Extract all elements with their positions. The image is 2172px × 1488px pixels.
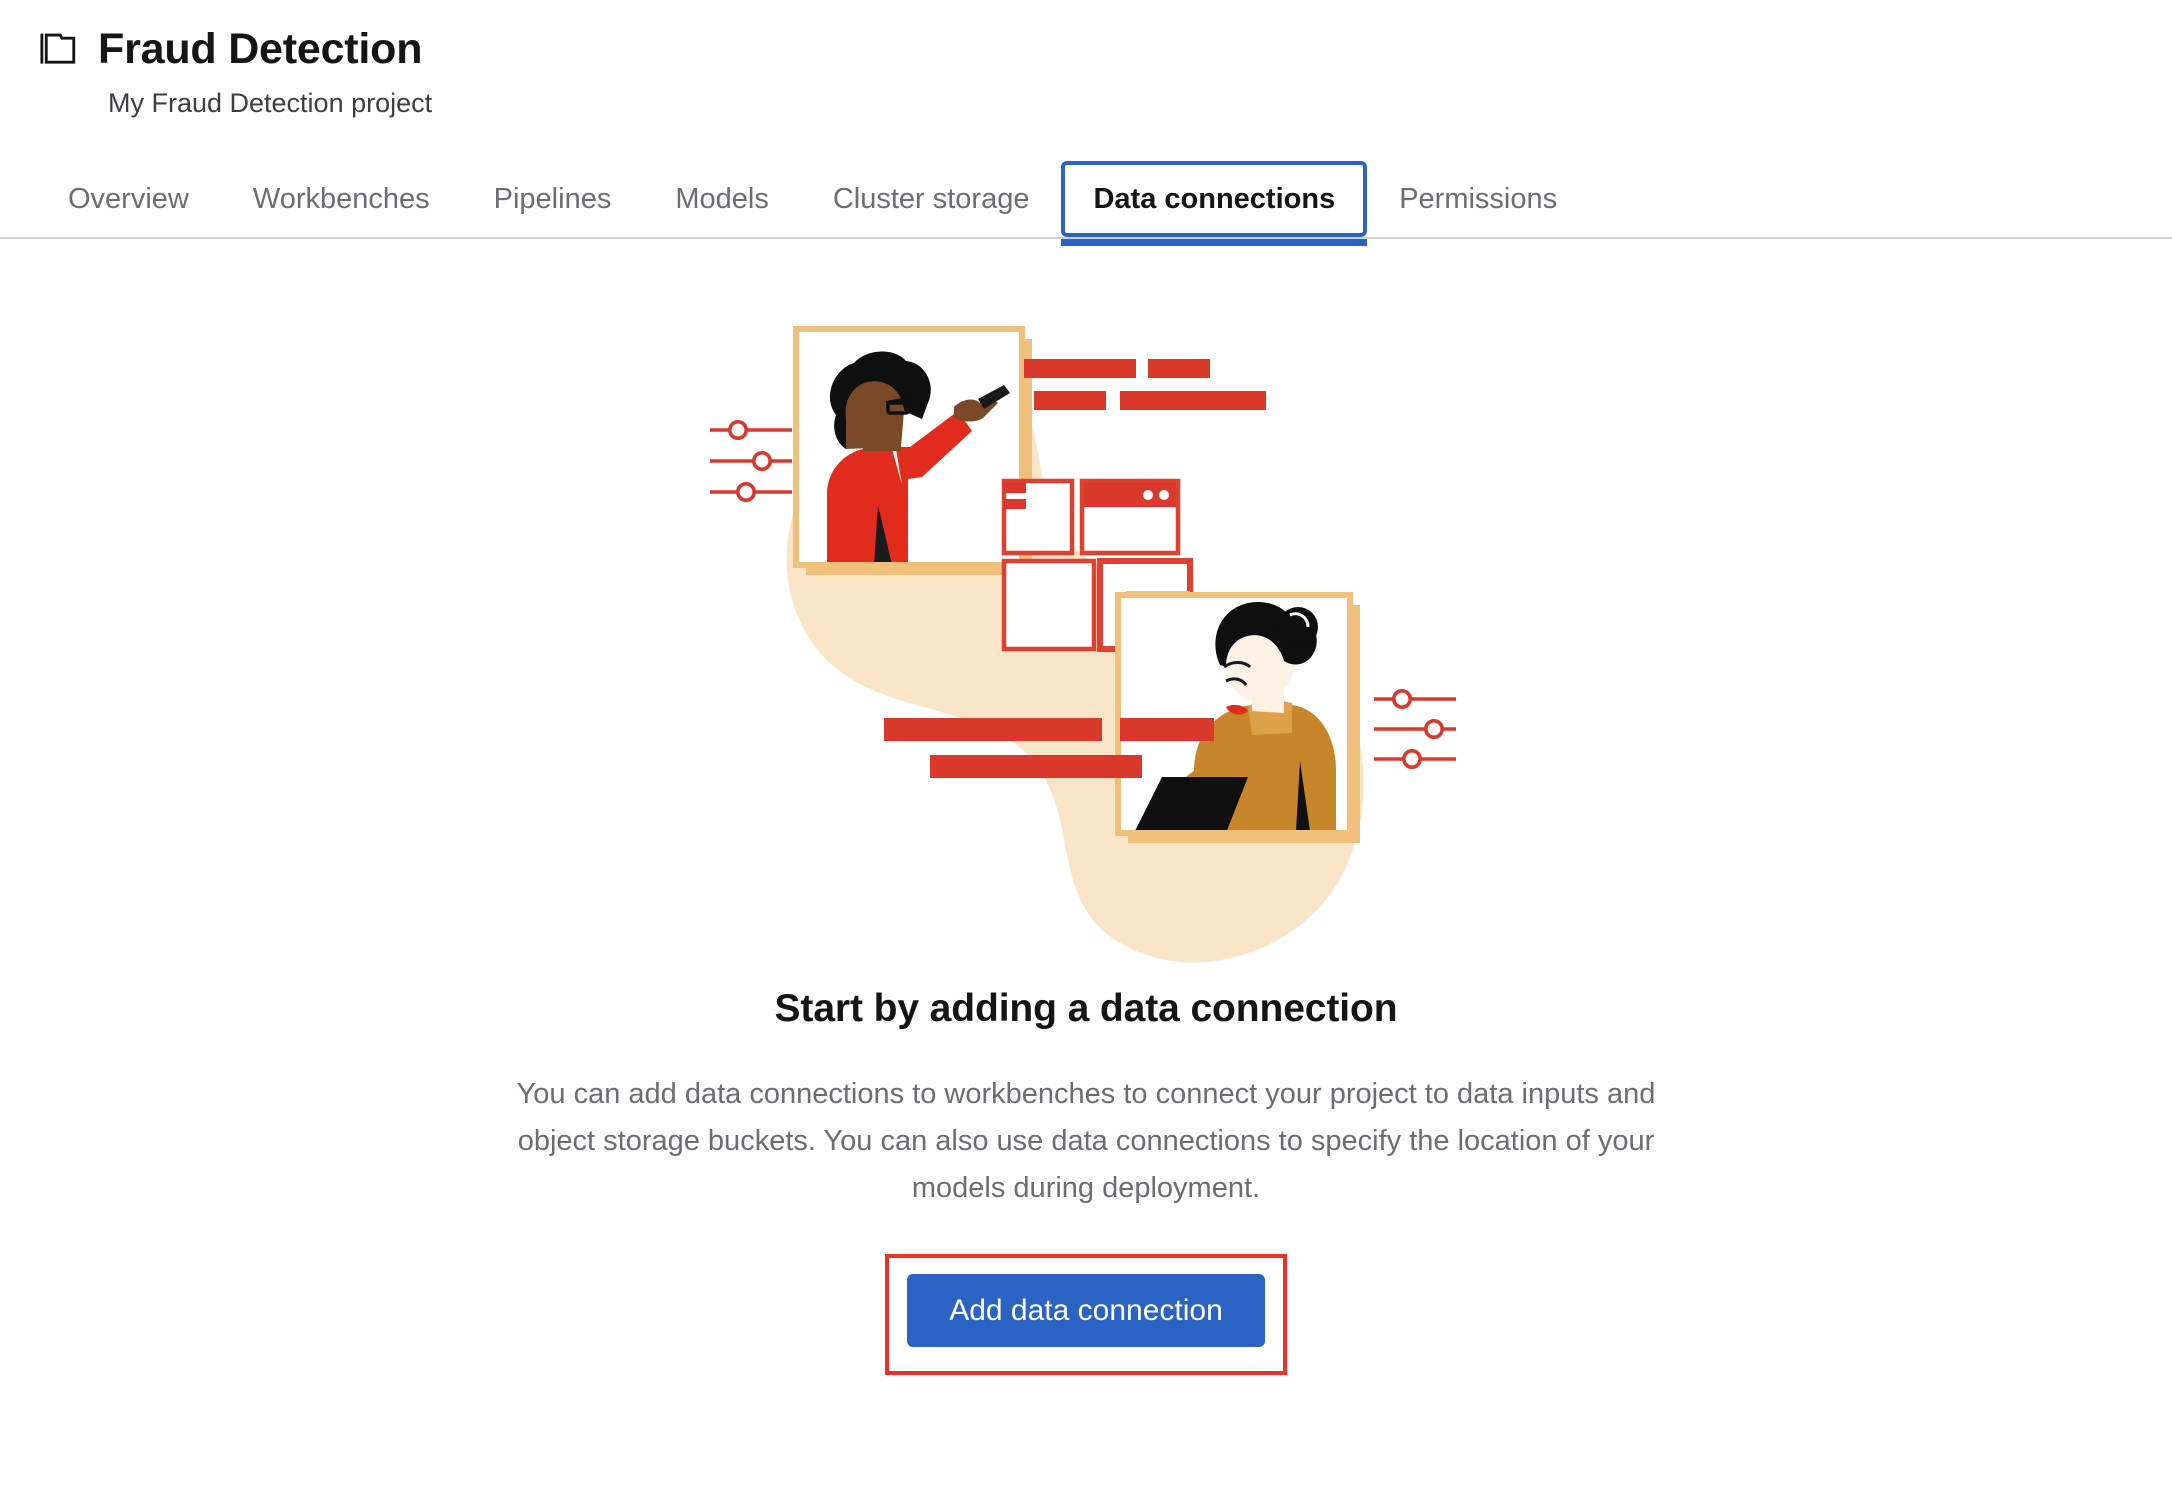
tab-overview[interactable]: Overview <box>36 161 221 237</box>
top-text-bars <box>1024 359 1266 411</box>
empty-state: Start by adding a data connection You ca… <box>0 239 2172 1376</box>
data-connections-empty-illustration <box>710 326 1456 963</box>
tab-workbenches[interactable]: Workbenches <box>221 161 462 237</box>
tab-cluster-storage[interactable]: Cluster storage <box>801 161 1062 237</box>
folder-icon <box>40 33 76 64</box>
page-subtitle: My Fraud Detection project <box>108 88 433 119</box>
empty-state-body: You can add data connections to workbenc… <box>516 1078 1656 1205</box>
tab-pipelines[interactable]: Pipelines <box>462 161 644 237</box>
project-detail-page: Fraud Detection My Fraud Detection proje… <box>0 0 2172 1488</box>
tab-models[interactable]: Models <box>643 161 801 237</box>
left-sliders-icon <box>710 428 792 495</box>
title-row: Fraud Detection <box>36 26 2172 72</box>
empty-state-title: Start by adding a data connection <box>774 987 1398 1031</box>
project-tabs: Overview Workbenches Pipelines Models Cl… <box>0 161 2172 247</box>
page-header: Fraud Detection My Fraud Detection proje… <box>0 0 2172 119</box>
tab-permissions[interactable]: Permissions <box>1367 161 1589 237</box>
page-title: Fraud Detection <box>98 25 423 73</box>
cta-highlight-box: Add data connection <box>885 1254 1287 1376</box>
tab-data-connections[interactable]: Data connections <box>1061 161 1368 247</box>
add-data-connection-button[interactable]: Add data connection <box>907 1274 1265 1348</box>
